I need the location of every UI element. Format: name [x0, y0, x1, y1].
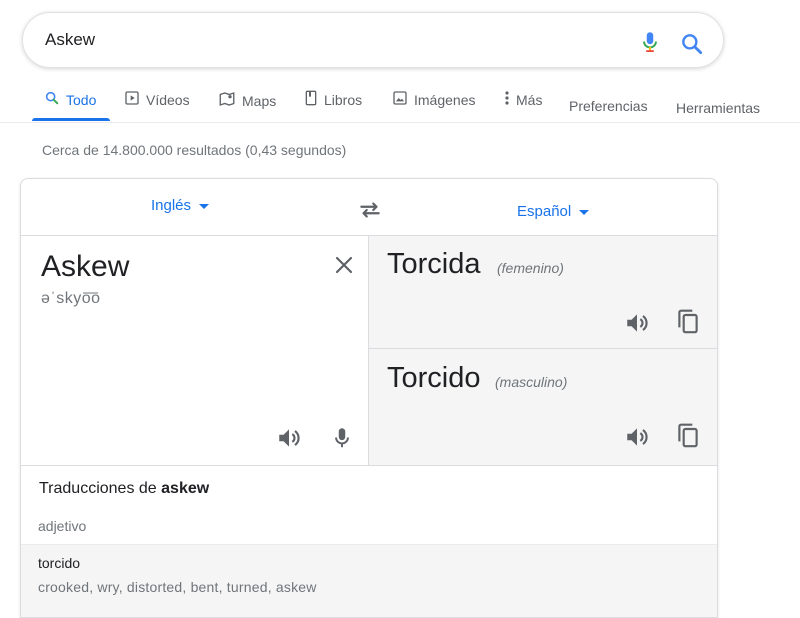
search-box: [22, 12, 724, 68]
tab-label: Preferencias: [569, 98, 648, 114]
copy-icon[interactable]: [675, 308, 701, 336]
dictionary-title-prefix: Traducciones de: [39, 480, 162, 497]
close-icon[interactable]: [332, 253, 356, 277]
tab-videos[interactable]: Vídeos: [124, 90, 190, 109]
tab-libros[interactable]: Libros: [304, 90, 362, 109]
source-language-dropdown[interactable]: Inglés: [151, 197, 210, 214]
speaker-icon[interactable]: [276, 425, 302, 451]
entry-word: torcido: [38, 555, 81, 571]
language-selector-row: Inglés Español: [21, 179, 717, 235]
copy-icon[interactable]: [675, 422, 701, 450]
target-language-label: Español: [517, 203, 572, 220]
source-language-label: Inglés: [151, 197, 192, 214]
result-stats: Cerca de 14.800.000 resultados (0,43 seg…: [42, 142, 347, 158]
translation-block: Torcido (masculino): [369, 350, 717, 463]
phonetic-spelling: əˈskyo͞o: [41, 290, 101, 307]
play-icon: [124, 90, 140, 109]
search-icon[interactable]: [679, 31, 705, 57]
search-tabs: Todo Vídeos Maps Libros Imágenes Más Pre…: [0, 80, 800, 124]
map-icon: [218, 90, 236, 111]
tab-label: Más: [516, 91, 543, 108]
book-icon: [304, 90, 318, 109]
gender-label: (femenino): [497, 260, 564, 276]
tab-label: Libros: [324, 91, 363, 108]
tab-label: Vídeos: [146, 91, 190, 108]
microphone-icon[interactable]: [637, 29, 663, 55]
divider: [0, 122, 800, 123]
translation-word: Torcido: [387, 362, 481, 394]
tab-label: Herramientas: [676, 100, 761, 116]
swap-languages-icon[interactable]: [357, 197, 383, 223]
dictionary-section: Traducciones de askew adjetivo torcido c…: [21, 465, 717, 617]
gender-label: (masculino): [495, 374, 568, 390]
microphone-icon[interactable]: [329, 425, 355, 451]
more-vert-icon: [504, 90, 510, 109]
tab-imagenes[interactable]: Imágenes: [392, 90, 475, 109]
dictionary-title: Traducciones de askew: [39, 480, 209, 498]
entry-synonyms: crooked, wry, distorted, bent, turned, a…: [38, 579, 317, 595]
active-tab-underline: [32, 118, 110, 121]
tab-maps[interactable]: Maps: [218, 90, 276, 111]
speaker-icon[interactable]: [624, 310, 650, 336]
list-item[interactable]: torcido crooked, wry, distorted, bent, t…: [21, 544, 717, 617]
target-language-dropdown[interactable]: Español: [517, 203, 590, 220]
translation-word: Torcida: [387, 248, 481, 280]
tab-label: Todo: [66, 91, 97, 108]
part-of-speech: adjetivo: [38, 518, 87, 534]
tab-mas[interactable]: Más: [504, 90, 542, 109]
chevron-down-icon: [199, 204, 210, 209]
speaker-icon[interactable]: [624, 424, 650, 450]
tab-todo[interactable]: Todo: [44, 90, 96, 109]
tab-herramientas[interactable]: Herramientas: [676, 100, 760, 116]
source-pane[interactable]: Askew əˈskyo͞o: [21, 235, 369, 465]
search-input[interactable]: [45, 27, 605, 53]
target-pane: Torcida (femenino) Torcido (masculino): [369, 235, 717, 465]
tab-label: Maps: [242, 92, 277, 109]
tab-label: Imágenes: [414, 91, 476, 108]
search-icon: [44, 90, 60, 109]
dictionary-title-word: askew: [161, 480, 210, 497]
translation-block: Torcida (femenino): [369, 236, 717, 349]
image-icon: [392, 90, 408, 109]
translate-card: Inglés Español Askew əˈskyo͞o Torcida (f…: [20, 178, 718, 618]
source-text[interactable]: Askew: [41, 250, 129, 284]
chevron-down-icon: [579, 210, 590, 215]
tab-preferencias[interactable]: Preferencias: [569, 98, 648, 114]
